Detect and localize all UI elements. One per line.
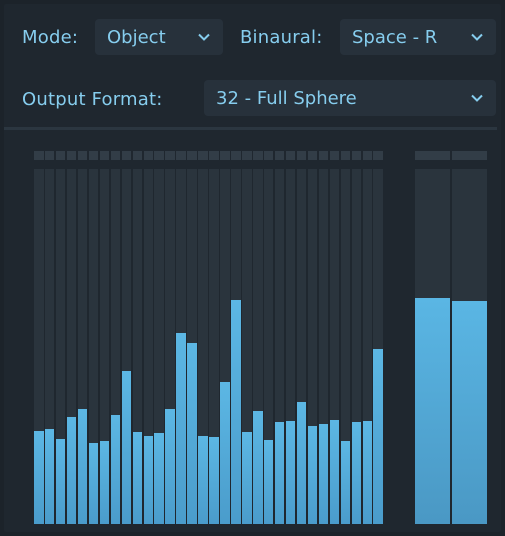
channel-meter-level bbox=[121, 371, 132, 524]
channel-meter-level bbox=[329, 420, 340, 524]
mode-value: Object bbox=[107, 26, 166, 48]
binaural-value: Space - R bbox=[352, 26, 438, 48]
channel-meter-level bbox=[220, 382, 230, 524]
master-peak-indicator bbox=[452, 151, 487, 160]
binaural-label: Binaural: bbox=[240, 27, 323, 48]
mode-dropdown[interactable]: Object bbox=[95, 19, 223, 55]
channel-meter-level bbox=[110, 415, 121, 524]
channel-peak-indicator bbox=[55, 151, 66, 160]
channel-peak-indicator bbox=[340, 151, 351, 160]
channel-peak-indicator bbox=[307, 151, 318, 160]
channel-meter-level bbox=[88, 443, 99, 524]
channel-peak-indicator bbox=[77, 151, 88, 160]
channel-meter-level bbox=[209, 437, 219, 524]
master-peak-indicator bbox=[415, 151, 450, 160]
channel-meter-level bbox=[242, 432, 252, 524]
channel-peak-indicator bbox=[99, 151, 110, 160]
channel-meter-level bbox=[198, 436, 208, 524]
channel-peak-indicator bbox=[143, 151, 153, 160]
channel-meter-level bbox=[340, 441, 351, 524]
channel-peak-indicator bbox=[44, 151, 55, 160]
channel-peak-indicator bbox=[231, 151, 241, 160]
channel-peak-indicator bbox=[66, 151, 77, 160]
master-meter-level bbox=[452, 301, 487, 524]
channel-meter-level bbox=[77, 409, 88, 524]
channel-peak-indicator bbox=[285, 151, 296, 160]
channel-peak-indicator bbox=[34, 151, 44, 160]
channel-peak-indicator bbox=[132, 151, 143, 160]
channel-meter-level bbox=[285, 421, 296, 524]
channel-peak-indicator bbox=[165, 151, 175, 160]
output-format-value: 32 - Full Sphere bbox=[216, 87, 357, 109]
chevron-down-icon bbox=[470, 91, 484, 105]
channel-meter-level bbox=[55, 439, 66, 524]
channel-meter-level bbox=[351, 422, 362, 524]
channel-peak-indicator bbox=[296, 151, 307, 160]
channel-peak-indicator bbox=[242, 151, 252, 160]
channel-meter-level bbox=[253, 411, 263, 524]
channel-meter-level bbox=[231, 300, 241, 524]
chevron-down-icon bbox=[470, 30, 484, 44]
channel-peak-indicator bbox=[362, 151, 372, 160]
channel-meter-level bbox=[274, 422, 285, 524]
channel-peak-indicator bbox=[110, 151, 121, 160]
binaural-dropdown[interactable]: Space - R bbox=[340, 19, 496, 55]
channel-peak-indicator bbox=[209, 151, 219, 160]
output-format-dropdown[interactable]: 32 - Full Sphere bbox=[204, 80, 496, 116]
channel-meter-level bbox=[176, 333, 186, 524]
channel-meter-level bbox=[362, 421, 372, 524]
channel-meter-level bbox=[44, 429, 55, 524]
channel-peak-indicator bbox=[154, 151, 164, 160]
channel-peak-indicator bbox=[373, 151, 383, 160]
mode-label: Mode: bbox=[22, 27, 79, 48]
channel-peak-indicator bbox=[329, 151, 340, 160]
master-meter-level bbox=[415, 298, 450, 524]
channel-meter-level bbox=[165, 409, 175, 524]
channel-peak-indicator bbox=[351, 151, 362, 160]
channel-meter-level bbox=[373, 349, 383, 524]
channel-peak-indicator bbox=[187, 151, 197, 160]
channel-peak-indicator bbox=[274, 151, 285, 160]
channel-peak-indicator bbox=[176, 151, 186, 160]
divider bbox=[4, 127, 497, 130]
channel-meter-level bbox=[66, 417, 77, 524]
channel-meter-level bbox=[296, 402, 307, 524]
channel-peak-indicator bbox=[318, 151, 329, 160]
channel-peak-indicator bbox=[88, 151, 99, 160]
channel-peak-indicator bbox=[198, 151, 208, 160]
channel-peak-indicator bbox=[121, 151, 132, 160]
channel-meter-level bbox=[34, 431, 44, 524]
channel-peak-indicator bbox=[263, 151, 274, 160]
channel-meter-level bbox=[307, 426, 318, 524]
channel-meter-level bbox=[154, 433, 164, 524]
channel-meter-level bbox=[318, 424, 329, 524]
channel-peak-indicator bbox=[253, 151, 263, 160]
chevron-down-icon bbox=[197, 30, 211, 44]
channel-meter-level bbox=[187, 343, 197, 524]
channel-meter-level bbox=[143, 436, 153, 524]
channel-meter-level bbox=[132, 432, 143, 524]
output-format-label: Output Format: bbox=[22, 89, 163, 110]
channel-meter-level bbox=[263, 440, 274, 524]
channel-meter-level bbox=[99, 441, 110, 524]
channel-peak-indicator bbox=[220, 151, 230, 160]
